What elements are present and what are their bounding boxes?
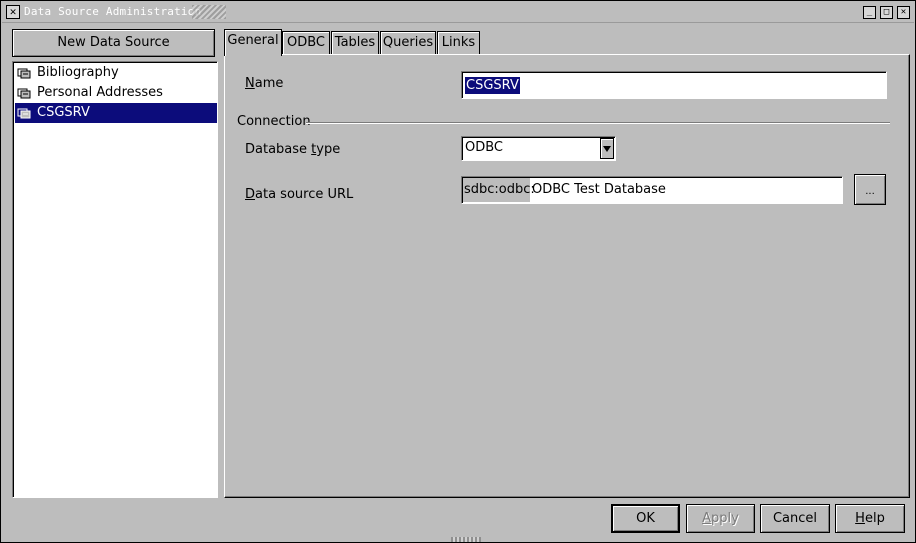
title-grip-icon bbox=[192, 5, 226, 19]
connection-group-label: Connection bbox=[237, 114, 311, 129]
window-close-icon[interactable]: ✕ bbox=[6, 5, 20, 19]
list-item-bibliography[interactable]: Bibliography bbox=[15, 63, 217, 83]
connection-separator bbox=[306, 122, 890, 124]
general-tab-page bbox=[224, 54, 910, 498]
maximize-icon[interactable]: □ bbox=[880, 6, 893, 19]
tab-general[interactable]: General bbox=[224, 29, 282, 56]
list-item-csgsrv[interactable]: CSGSRV bbox=[15, 103, 217, 123]
ok-button[interactable]: OK bbox=[611, 504, 680, 533]
close-icon[interactable]: ✕ bbox=[897, 6, 910, 19]
data-source-admin-window: ✕ Data Source Administration _ □ ✕ New D… bbox=[0, 0, 916, 543]
data-source-list[interactable]: Bibliography Personal Addresses CSGSRV bbox=[12, 61, 218, 498]
list-item-label: Bibliography bbox=[37, 65, 119, 80]
database-icon bbox=[17, 88, 31, 99]
data-source-url-field[interactable]: sdbc:odbc: ODBC Test Database bbox=[461, 176, 843, 204]
tab-tables[interactable]: Tables bbox=[331, 31, 379, 54]
database-icon bbox=[17, 68, 31, 79]
tab-links[interactable]: Links bbox=[437, 31, 480, 54]
name-input[interactable]: CSGSRV bbox=[461, 71, 887, 99]
data-source-url-label: Data source URL bbox=[245, 187, 354, 202]
resize-grip-icon[interactable] bbox=[451, 537, 481, 542]
title-bar[interactable]: ✕ Data Source Administration _ □ ✕ bbox=[2, 2, 914, 23]
window-title: Data Source Administration bbox=[24, 5, 202, 18]
list-item-label: CSGSRV bbox=[37, 105, 90, 120]
database-type-label: Database type bbox=[245, 142, 341, 157]
database-type-select[interactable]: ODBC bbox=[461, 136, 616, 161]
list-item-label: Personal Addresses bbox=[37, 85, 163, 100]
chevron-down-icon[interactable] bbox=[600, 138, 614, 159]
tab-odbc[interactable]: ODBC bbox=[282, 31, 330, 54]
new-data-source-button[interactable]: New Data Source bbox=[12, 29, 215, 57]
help-button[interactable]: Help bbox=[835, 504, 905, 533]
list-item-personal-addresses[interactable]: Personal Addresses bbox=[15, 83, 217, 103]
name-value: CSGSRV bbox=[465, 77, 520, 94]
tab-queries[interactable]: Queries bbox=[380, 31, 436, 54]
url-prefix: sdbc:odbc: bbox=[463, 178, 535, 202]
apply-button[interactable]: Apply bbox=[686, 504, 755, 533]
minimize-icon[interactable]: _ bbox=[863, 6, 876, 19]
name-label: Name bbox=[245, 76, 284, 91]
database-icon bbox=[17, 108, 31, 119]
url-value: ODBC Test Database bbox=[532, 182, 666, 197]
cancel-button[interactable]: Cancel bbox=[760, 504, 830, 533]
database-type-value: ODBC bbox=[465, 140, 504, 155]
browse-button[interactable]: ... bbox=[854, 174, 886, 205]
